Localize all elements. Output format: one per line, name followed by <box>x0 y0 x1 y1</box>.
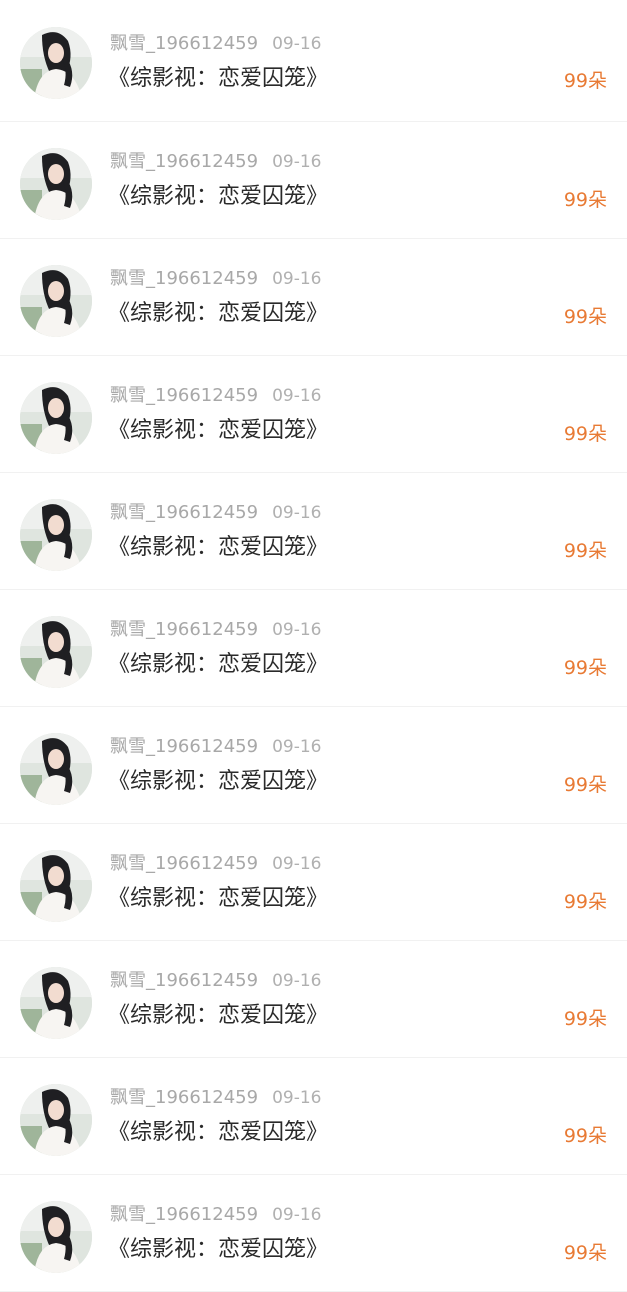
avatar-photo-icon <box>20 382 92 454</box>
timestamp: 09-16 <box>272 386 322 406</box>
timestamp: 09-16 <box>272 269 322 289</box>
timestamp: 09-16 <box>272 152 322 172</box>
avatar-photo-icon <box>20 148 92 220</box>
avatar-photo-icon <box>20 265 92 337</box>
username: 飘雪_196612459 <box>110 502 259 523</box>
timestamp: 09-16 <box>272 971 322 991</box>
user-avatar[interactable] <box>20 850 92 922</box>
flower-count: 99朵 <box>563 774 607 796</box>
list-item[interactable]: 飘雪_196612459 09-16 《综影视：恋爱囚笼》 99朵 <box>0 941 627 1058</box>
user-avatar[interactable] <box>20 148 92 220</box>
list-item[interactable]: 飘雪_196612459 09-16 《综影视：恋爱囚笼》 99朵 <box>0 824 627 941</box>
gift-list: 飘雪_196612459 09-16 《综影视：恋爱囚笼》 99朵 飘雪_1966… <box>0 0 627 1292</box>
username: 飘雪_196612459 <box>110 853 259 874</box>
flower-count: 99朵 <box>563 891 607 913</box>
flower-count: 99朵 <box>563 1125 607 1147</box>
timestamp: 09-16 <box>272 854 322 874</box>
flower-count: 99朵 <box>563 70 607 92</box>
timestamp: 09-16 <box>272 1088 322 1108</box>
user-avatar[interactable] <box>20 265 92 337</box>
list-item[interactable]: 飘雪_196612459 09-16 《综影视：恋爱囚笼》 99朵 <box>0 473 627 590</box>
user-avatar[interactable] <box>20 27 92 99</box>
list-item[interactable]: 飘雪_196612459 09-16 《综影视：恋爱囚笼》 99朵 <box>0 590 627 707</box>
book-title[interactable]: 《综影视：恋爱囚笼》 <box>108 650 328 680</box>
user-avatar[interactable] <box>20 733 92 805</box>
user-avatar[interactable] <box>20 382 92 454</box>
book-title[interactable]: 《综影视：恋爱囚笼》 <box>108 64 328 94</box>
avatar-photo-icon <box>20 616 92 688</box>
list-item[interactable]: 飘雪_196612459 09-16 《综影视：恋爱囚笼》 99朵 <box>0 239 627 356</box>
username: 飘雪_196612459 <box>110 151 259 172</box>
avatar-photo-icon <box>20 1084 92 1156</box>
flower-count: 99朵 <box>563 189 607 211</box>
username: 飘雪_196612459 <box>110 268 259 289</box>
username: 飘雪_196612459 <box>110 619 259 640</box>
username: 飘雪_196612459 <box>110 33 259 54</box>
avatar-photo-icon <box>20 967 92 1039</box>
user-avatar[interactable] <box>20 967 92 1039</box>
book-title[interactable]: 《综影视：恋爱囚笼》 <box>108 182 328 212</box>
username: 飘雪_196612459 <box>110 385 259 406</box>
avatar-photo-icon <box>20 733 92 805</box>
user-avatar[interactable] <box>20 499 92 571</box>
flower-count: 99朵 <box>563 306 607 328</box>
flower-count: 99朵 <box>563 1008 607 1030</box>
username: 飘雪_196612459 <box>110 1204 259 1225</box>
user-avatar[interactable] <box>20 1084 92 1156</box>
timestamp: 09-16 <box>272 620 322 640</box>
flower-count: 99朵 <box>563 657 607 679</box>
timestamp: 09-16 <box>272 1205 322 1225</box>
list-item[interactable]: 飘雪_196612459 09-16 《综影视：恋爱囚笼》 99朵 <box>0 1058 627 1175</box>
username: 飘雪_196612459 <box>110 970 259 991</box>
book-title[interactable]: 《综影视：恋爱囚笼》 <box>108 1235 328 1265</box>
username: 飘雪_196612459 <box>110 1087 259 1108</box>
flower-count: 99朵 <box>563 540 607 562</box>
user-avatar[interactable] <box>20 1201 92 1273</box>
username: 飘雪_196612459 <box>110 736 259 757</box>
avatar-photo-icon <box>20 850 92 922</box>
flower-count: 99朵 <box>563 1242 607 1264</box>
timestamp: 09-16 <box>272 503 322 523</box>
avatar-photo-icon <box>20 499 92 571</box>
user-avatar[interactable] <box>20 616 92 688</box>
list-item[interactable]: 飘雪_196612459 09-16 《综影视：恋爱囚笼》 99朵 <box>0 356 627 473</box>
book-title[interactable]: 《综影视：恋爱囚笼》 <box>108 533 328 563</box>
list-item[interactable]: 飘雪_196612459 09-16 《综影视：恋爱囚笼》 99朵 <box>0 122 627 239</box>
avatar-photo-icon <box>20 27 92 99</box>
book-title[interactable]: 《综影视：恋爱囚笼》 <box>108 884 328 914</box>
list-item[interactable]: 飘雪_196612459 09-16 《综影视：恋爱囚笼》 99朵 <box>0 707 627 824</box>
avatar-photo-icon <box>20 1201 92 1273</box>
timestamp: 09-16 <box>272 34 322 54</box>
list-item[interactable]: 飘雪_196612459 09-16 《综影视：恋爱囚笼》 99朵 <box>0 1175 627 1292</box>
flower-count: 99朵 <box>563 423 607 445</box>
book-title[interactable]: 《综影视：恋爱囚笼》 <box>108 1001 328 1031</box>
book-title[interactable]: 《综影视：恋爱囚笼》 <box>108 767 328 797</box>
timestamp: 09-16 <box>272 737 322 757</box>
book-title[interactable]: 《综影视：恋爱囚笼》 <box>108 1118 328 1148</box>
list-item[interactable]: 飘雪_196612459 09-16 《综影视：恋爱囚笼》 99朵 <box>0 0 627 122</box>
book-title[interactable]: 《综影视：恋爱囚笼》 <box>108 416 328 446</box>
book-title[interactable]: 《综影视：恋爱囚笼》 <box>108 299 328 329</box>
